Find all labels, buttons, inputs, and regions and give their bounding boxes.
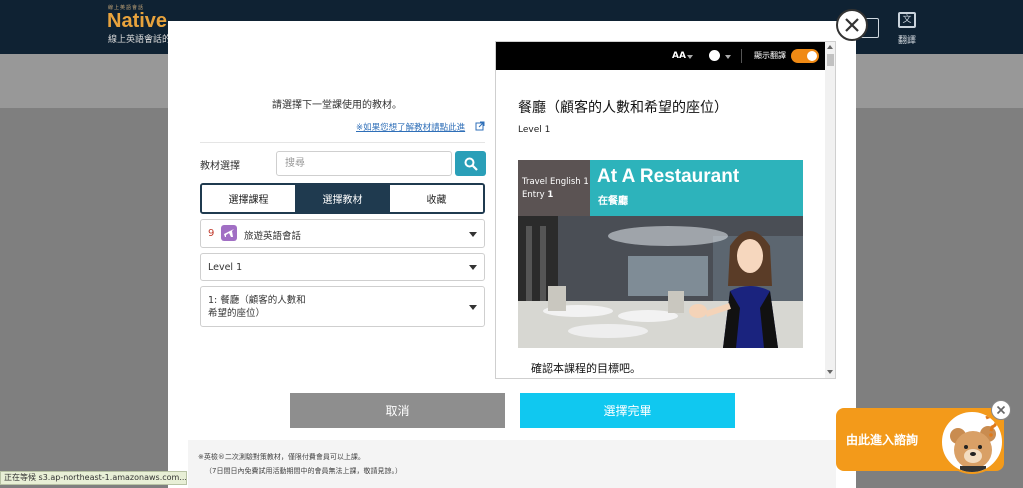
notes-area xyxy=(188,440,836,488)
tab-favorites[interactable]: 收藏 xyxy=(389,185,483,212)
tab-select-material[interactable]: 選擇教材 xyxy=(295,185,389,212)
lesson-value: 1: 餐廳（顧客的人數和 希望的座位） xyxy=(208,294,328,320)
close-modal-button[interactable] xyxy=(836,9,868,41)
course-dropdown[interactable]: 9 旅遊英語會話 xyxy=(200,219,485,248)
restaurant-illustration xyxy=(518,216,803,348)
material-select-label: 教材選擇 xyxy=(200,161,240,172)
material-search-input[interactable] xyxy=(276,151,452,176)
airplane-icon xyxy=(221,225,237,241)
banner-entry: Entry 1 xyxy=(522,189,590,202)
level-dropdown[interactable]: Level 1 xyxy=(200,253,485,281)
note-line-2: （7日間日內免費試用活動期間中的會員無法上課，敬請見諒。） xyxy=(205,467,402,475)
material-preview[interactable]: AA 顯示翻譯 餐廳（顧客的人數和希望的座位） Level 1 Travel E… xyxy=(495,41,836,379)
instruction-text: 請選擇下一堂課使用的教材。 xyxy=(272,100,402,111)
banner-title-block: At A Restaurant 在餐廳 xyxy=(590,160,803,216)
logo-subtitle: 線上英語會話的 xyxy=(108,35,172,45)
translate-icon[interactable]: 文 xyxy=(898,12,916,28)
tab-select-course[interactable]: 選擇課程 xyxy=(202,185,295,212)
toolbar-divider xyxy=(741,49,742,63)
preview-scrollbar[interactable] xyxy=(825,42,835,378)
lesson-line-1: 1: 餐廳（顧客的人數和 xyxy=(208,295,306,306)
banner-title: At A Restaurant xyxy=(597,166,740,187)
lesson-dropdown[interactable]: 1: 餐廳（顧客的人數和 希望的座位） xyxy=(200,286,485,327)
level-value: Level 1 xyxy=(208,262,243,273)
divider xyxy=(200,142,485,143)
close-icon xyxy=(845,18,859,32)
chevron-down-icon[interactable] xyxy=(687,55,693,59)
chevron-down-icon xyxy=(469,231,477,237)
consultation-close-button[interactable] xyxy=(991,400,1011,420)
lesson-title: 餐廳（顧客的人數和希望的座位） xyxy=(518,100,728,116)
translate-label[interactable]: 翻譯 xyxy=(898,33,916,46)
course-name: 旅遊英語會話 xyxy=(244,231,302,242)
scrollbar-thumb[interactable] xyxy=(827,54,834,66)
close-icon xyxy=(996,405,1006,415)
material-help-link[interactable]: ※如果您想了解教材請點此進 xyxy=(356,121,465,133)
banner-course-info: Travel English 1 Entry 1 xyxy=(518,160,590,216)
banner-entry-number: 1 xyxy=(547,190,554,200)
browser-status-bar: 正在等候 s3.ap-northeast-1.amazonaws.com... xyxy=(0,471,187,485)
banner-course: Travel English 1 xyxy=(522,177,589,187)
lesson-banner: Travel English 1 Entry 1 At A Restaurant… xyxy=(518,160,803,348)
font-size-button[interactable]: AA xyxy=(672,51,686,61)
external-link-icon[interactable] xyxy=(475,121,485,131)
banner-subtitle: 在餐廳 xyxy=(598,196,628,207)
lesson-goal-heading: 確認本課程的目標吧。 xyxy=(531,362,641,375)
show-translation-label: 顯示翻譯 xyxy=(754,51,786,60)
globe-icon[interactable] xyxy=(709,50,720,61)
lesson-level: Level 1 xyxy=(518,125,551,135)
confirm-selection-button[interactable]: 選擇完畢 xyxy=(520,393,735,428)
chevron-down-icon xyxy=(469,304,477,310)
selection-tabs: 選擇課程 選擇教材 收藏 xyxy=(200,183,485,214)
chevron-down-icon[interactable] xyxy=(725,55,731,59)
consultation-label[interactable]: 由此進入諮詢 xyxy=(846,431,918,448)
lesson-line-2: 希望的座位） xyxy=(208,308,266,319)
show-translation-toggle[interactable] xyxy=(791,49,819,63)
course-number: 9 xyxy=(208,228,215,239)
banner-entry-prefix: Entry xyxy=(522,190,545,200)
scroll-down-icon[interactable] xyxy=(827,370,833,374)
scroll-up-icon[interactable] xyxy=(827,45,833,49)
search-icon xyxy=(464,157,478,171)
preview-toolbar: AA 顯示翻譯 xyxy=(496,42,825,70)
cancel-button[interactable]: 取消 xyxy=(290,393,505,428)
search-button[interactable] xyxy=(455,151,486,176)
bear-mascot-icon[interactable] xyxy=(940,410,1004,474)
chevron-down-icon xyxy=(469,265,477,270)
note-line-1: ※英檢®二次測驗對策教材，僅限付費會員可以上課。 xyxy=(198,453,365,461)
logo[interactable]: Native xyxy=(107,10,167,33)
